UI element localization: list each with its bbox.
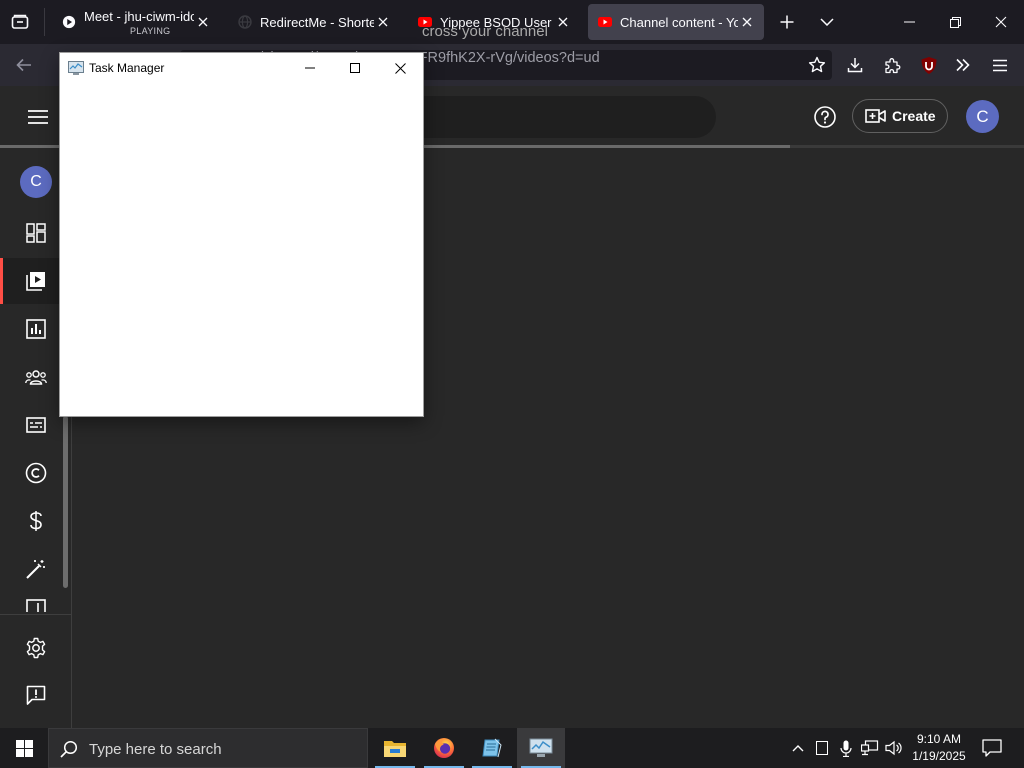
tab-channel-content[interactable]: Channel content - You bbox=[588, 4, 764, 40]
list-all-tabs-chevron-icon[interactable] bbox=[814, 8, 840, 36]
file-explorer-icon bbox=[384, 739, 406, 757]
tab-separator bbox=[44, 8, 45, 36]
taskbar-app-notepad[interactable] bbox=[468, 728, 516, 768]
task-manager-window[interactable]: Task Manager bbox=[60, 53, 423, 416]
content-icon bbox=[26, 271, 46, 291]
new-tab-plus-icon[interactable] bbox=[774, 8, 800, 36]
tab-close-icon[interactable] bbox=[374, 13, 392, 31]
sidebar-item-send-feedback[interactable] bbox=[0, 672, 72, 718]
back-arrow-icon[interactable] bbox=[9, 50, 39, 80]
tab-meet[interactable]: Meet - jhu-ciwm-idc PLAYING bbox=[52, 4, 220, 40]
taskbar-app-file-explorer[interactable] bbox=[371, 728, 419, 768]
browser-minimize-icon[interactable] bbox=[886, 0, 932, 44]
notifications-icon[interactable] bbox=[980, 736, 1004, 760]
clock-date: 1/19/2025 bbox=[912, 749, 966, 763]
taskbar-search-input[interactable]: Type here to search bbox=[48, 728, 368, 768]
hamburger-menu-icon[interactable] bbox=[20, 102, 56, 132]
dollar-icon bbox=[29, 510, 43, 532]
sidebar-item-settings[interactable] bbox=[0, 625, 72, 671]
analytics-icon bbox=[26, 319, 46, 339]
youtube-studio-favicon-icon bbox=[598, 15, 612, 29]
windows-start-icon[interactable] bbox=[0, 728, 48, 768]
tab-close-icon[interactable] bbox=[554, 13, 572, 31]
meet-favicon-icon bbox=[62, 15, 76, 29]
volume-icon[interactable] bbox=[884, 738, 904, 758]
tab-title: Meet - jhu-ciwm-idc bbox=[84, 8, 194, 24]
create-button-label: Create bbox=[892, 108, 936, 124]
sidebar-item-earn[interactable] bbox=[0, 498, 72, 544]
microphone-icon[interactable] bbox=[836, 738, 856, 758]
firefox-icon bbox=[433, 737, 455, 759]
overflow-chevrons-icon[interactable] bbox=[948, 50, 978, 80]
task-manager-close-icon[interactable] bbox=[378, 53, 423, 83]
tab-redirectme[interactable]: RedirectMe - Shorten y bbox=[228, 4, 400, 40]
sidebar-item-audio-library[interactable] bbox=[0, 592, 72, 612]
taskbar-app-firefox[interactable] bbox=[420, 728, 468, 768]
channel-search-placeholder[interactable]: cross your channel bbox=[422, 23, 548, 40]
tab-title: RedirectMe - Shorten y bbox=[260, 14, 374, 30]
channel-search-input[interactable] bbox=[395, 96, 716, 138]
tab-playing-status: PLAYING bbox=[130, 26, 171, 36]
subtitles-icon bbox=[26, 417, 46, 433]
task-manager-title: Task Manager bbox=[89, 61, 165, 75]
windows-taskbar: Type here to search 9:10 AM 1/19/2025 bbox=[0, 728, 1024, 768]
task-manager-app-icon bbox=[68, 61, 84, 75]
globe-icon bbox=[238, 15, 252, 29]
task-manager-titlebar[interactable]: Task Manager bbox=[60, 53, 423, 83]
sidebar-item-customization[interactable] bbox=[0, 546, 72, 592]
help-icon[interactable] bbox=[812, 104, 838, 130]
magic-wand-icon bbox=[25, 558, 47, 580]
browser-close-icon[interactable] bbox=[978, 0, 1024, 44]
sidebar-divider bbox=[0, 614, 71, 615]
dashboard-icon bbox=[26, 223, 46, 243]
task-manager-icon bbox=[529, 738, 553, 758]
sidebar-scrollbar[interactable] bbox=[63, 416, 68, 588]
page-loading-bar-track bbox=[790, 145, 1024, 148]
tab-title: Channel content - You bbox=[620, 14, 738, 30]
app-menu-icon[interactable] bbox=[985, 50, 1015, 80]
taskbar-app-task-manager[interactable] bbox=[517, 728, 565, 768]
copyright-icon bbox=[25, 462, 47, 484]
browser-restore-icon[interactable] bbox=[932, 0, 978, 44]
task-manager-minimize-icon[interactable] bbox=[287, 53, 332, 83]
clock-time: 9:10 AM bbox=[916, 732, 962, 746]
extensions-puzzle-icon[interactable] bbox=[877, 50, 907, 80]
audio-library-icon bbox=[26, 599, 46, 612]
task-manager-maximize-icon[interactable] bbox=[332, 53, 377, 83]
taskbar-search-placeholder: Type here to search bbox=[89, 741, 222, 758]
feedback-icon bbox=[26, 685, 46, 705]
sidebar-item-copyright[interactable] bbox=[0, 450, 72, 496]
taskbar-clock[interactable]: 9:10 AM 1/19/2025 bbox=[906, 731, 972, 765]
tray-app-icon[interactable] bbox=[812, 738, 832, 758]
downloads-icon[interactable] bbox=[840, 50, 870, 80]
account-avatar[interactable]: C bbox=[966, 100, 999, 133]
notepad-icon bbox=[481, 737, 503, 759]
channel-avatar[interactable]: C bbox=[20, 166, 52, 198]
tab-close-icon[interactable] bbox=[194, 13, 212, 31]
create-button[interactable]: Create bbox=[852, 99, 948, 133]
create-video-icon bbox=[865, 109, 886, 123]
search-icon bbox=[60, 740, 78, 758]
community-icon bbox=[25, 369, 47, 385]
network-icon[interactable] bbox=[860, 738, 880, 758]
bookmark-star-icon[interactable] bbox=[802, 50, 832, 80]
ublock-shield-icon[interactable] bbox=[914, 50, 944, 80]
show-hidden-icons-chevron-icon[interactable] bbox=[788, 738, 808, 758]
firefox-view-icon[interactable] bbox=[6, 8, 34, 36]
tab-close-icon[interactable] bbox=[738, 13, 756, 31]
gear-icon bbox=[25, 637, 47, 659]
